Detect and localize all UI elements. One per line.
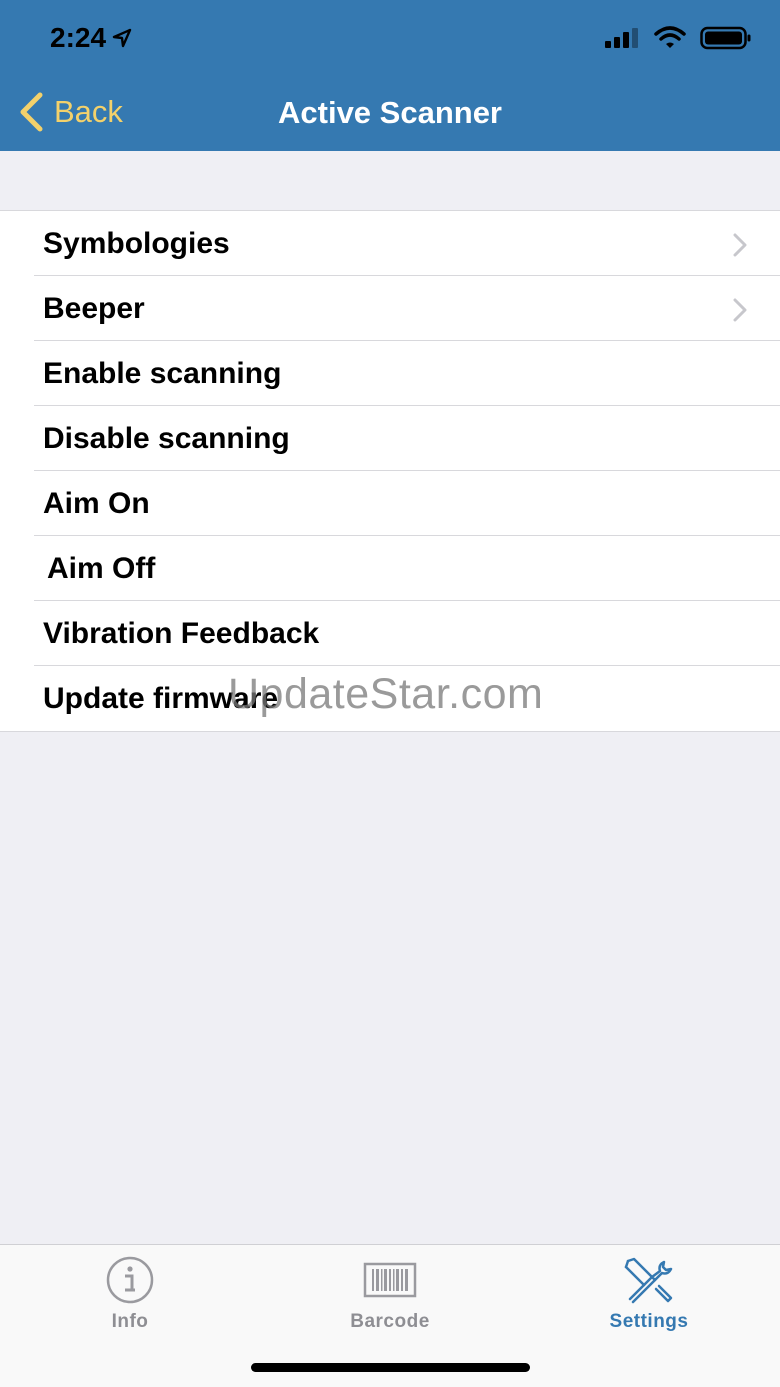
- status-time: 2:24: [50, 22, 132, 54]
- list-item-label: Disable scanning: [43, 421, 290, 455]
- list-item-aim-off[interactable]: Aim Off: [0, 536, 780, 601]
- settings-list: Symbologies Beeper Enable scanning Disab…: [0, 210, 780, 732]
- settings-tools-icon: [624, 1257, 673, 1304]
- tab-info[interactable]: Info: [50, 1255, 210, 1333]
- page-title: Active Scanner: [278, 95, 502, 130]
- list-item-label: Beeper: [43, 291, 145, 325]
- list-item-label: Aim Off: [47, 551, 156, 585]
- tab-label: Info: [111, 1311, 149, 1332]
- tab-settings[interactable]: Settings: [569, 1255, 729, 1333]
- tab-label: Barcode: [350, 1311, 430, 1332]
- list-item-disable-scanning[interactable]: Disable scanning: [0, 406, 780, 471]
- list-item-vibration-feedback[interactable]: Vibration Feedback: [0, 601, 780, 666]
- list-item-label: Update firmware: [43, 681, 279, 715]
- wifi-icon: [654, 26, 686, 48]
- home-indicator[interactable]: [251, 1363, 530, 1372]
- list-item-aim-on[interactable]: Aim On: [0, 471, 780, 536]
- battery-icon: [700, 26, 751, 50]
- info-icon: [106, 1256, 154, 1304]
- list-item-beeper[interactable]: Beeper: [0, 276, 780, 341]
- list-item-label: Vibration Feedback: [43, 616, 320, 650]
- status-icons: [604, 26, 752, 50]
- list-item-label: Symbologies: [43, 226, 230, 260]
- cellular-signal-icon: [605, 28, 638, 48]
- list-item-label: Aim On: [43, 486, 150, 520]
- list-item-symbologies[interactable]: Symbologies: [0, 211, 780, 276]
- status-time-text: 2:24: [50, 22, 107, 53]
- barcode-icon: [363, 1262, 417, 1298]
- list-item-enable-scanning[interactable]: Enable scanning: [0, 341, 780, 406]
- list-item-label: Enable scanning: [43, 356, 282, 390]
- navigation-bar: 2:24 Back Active Scanner: [0, 0, 780, 151]
- tab-label: Settings: [609, 1311, 689, 1332]
- chevron-right-icon: [733, 298, 747, 322]
- chevron-right-icon: [733, 233, 747, 257]
- list-item-update-firmware[interactable]: Update firmware: [0, 666, 780, 731]
- tab-barcode[interactable]: Barcode: [310, 1255, 470, 1333]
- location-arrow-icon: [112, 28, 132, 48]
